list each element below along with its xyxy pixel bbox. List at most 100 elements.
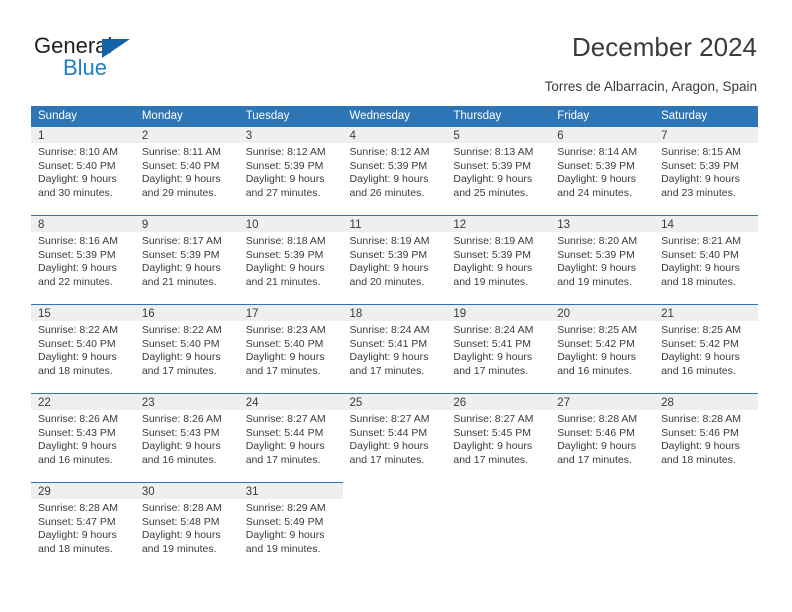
calendar-day-cell[interactable]: 20 Sunrise: 8:25 AM Sunset: 5:42 PM Dayligh… xyxy=(550,304,655,393)
day-number: 20 xyxy=(557,308,571,320)
sunrise-time: Sunrise: 8:11 AM xyxy=(141,146,222,158)
day-sun-info: Sunrise: 8:27 AM Sunset: 5:44 PM Daylight:… xyxy=(350,413,430,467)
sunset-time: Sunset: 5:39 PM xyxy=(557,248,635,261)
daylight-duration-line2: and 27 minutes. xyxy=(245,186,321,199)
day-number-band: 19 xyxy=(446,304,551,321)
calendar-day-cell[interactable]: 5 Sunrise: 8:13 AM Sunset: 5:39 PM Daylight… xyxy=(446,126,551,215)
calendar-day-cell[interactable]: 30 Sunrise: 8:28 AM Sunset: 5:48 PM Dayligh… xyxy=(134,482,239,571)
calendar-day-cell[interactable]: 18 Sunrise: 8:24 AM Sunset: 5:41 PM Dayligh… xyxy=(342,304,447,393)
day-sun-info: Sunrise: 8:22 AM Sunset: 5:40 PM Daylight:… xyxy=(142,324,222,378)
calendar-day-cell[interactable]: 26 Sunrise: 8:27 AM Sunset: 5:45 PM Dayligh… xyxy=(446,393,551,482)
weekday-header-row: Sunday Monday Tuesday Wednesday Thursday… xyxy=(31,106,758,126)
day-number: 22 xyxy=(38,397,51,409)
daylight-duration-line1: Daylight: 9 hours xyxy=(661,351,740,364)
day-sun-info: Sunrise: 8:25 AM Sunset: 5:42 PM Daylight:… xyxy=(661,324,741,378)
sunset-time: Sunset: 5:40 PM xyxy=(38,159,116,172)
daylight-duration-line2: and 16 minutes. xyxy=(661,364,736,377)
sunrise-time: Sunrise: 8:22 AM xyxy=(38,324,118,336)
daylight-duration-line1: Daylight: 9 hours xyxy=(245,440,325,453)
day-sun-info: Sunrise: 8:28 AM Sunset: 5:47 PM Daylight:… xyxy=(38,502,118,556)
sunrise-time: Sunrise: 8:14 AM xyxy=(557,146,638,158)
calendar-day-cell[interactable]: 29 Sunrise: 8:28 AM Sunset: 5:47 PM Dayligh… xyxy=(31,482,135,571)
sunrise-time: Sunrise: 8:27 AM xyxy=(245,413,326,425)
calendar-day-cell[interactable]: 12 Sunrise: 8:19 AM Sunset: 5:39 PM Dayligh… xyxy=(446,215,551,304)
calendar-day-cell[interactable]: 7 Sunrise: 8:15 AM Sunset: 5:39 PM Daylight… xyxy=(654,126,758,215)
sunrise-time: Sunrise: 8:24 AM xyxy=(349,324,430,336)
daylight-duration-line1: Daylight: 9 hours xyxy=(141,173,221,186)
calendar-day-cell[interactable]: 6 Sunrise: 8:14 AM Sunset: 5:39 PM Daylight… xyxy=(550,126,655,215)
daylight-duration-line1: Daylight: 9 hours xyxy=(661,173,740,186)
weekday-header-saturday: Saturday xyxy=(661,110,708,122)
sunrise-time: Sunrise: 8:18 AM xyxy=(245,235,326,247)
daylight-duration-line1: Daylight: 9 hours xyxy=(38,351,117,364)
day-sun-info: Sunrise: 8:19 AM Sunset: 5:39 PM Daylight:… xyxy=(350,235,430,289)
daylight-duration-line1: Daylight: 9 hours xyxy=(245,351,325,364)
calendar-day-cell[interactable]: 25 Sunrise: 8:27 AM Sunset: 5:44 PM Dayligh… xyxy=(342,393,447,482)
calendar-week-row: 29 Sunrise: 8:28 AM Sunset: 5:47 PM Dayligh… xyxy=(31,482,758,571)
sunrise-time: Sunrise: 8:28 AM xyxy=(141,502,222,514)
sunrise-time: Sunrise: 8:12 AM xyxy=(245,146,326,158)
calendar-day-cell[interactable]: 15 Sunrise: 8:22 AM Sunset: 5:40 PM Dayligh… xyxy=(31,304,135,393)
calendar-day-cell[interactable]: 21 Sunrise: 8:25 AM Sunset: 5:42 PM Dayligh… xyxy=(654,304,758,393)
calendar-weeks: 1 Sunrise: 8:10 AM Sunset: 5:40 PM Daylight… xyxy=(31,126,758,571)
calendar-day-cell[interactable]: 14 Sunrise: 8:21 AM Sunset: 5:40 PM Dayligh… xyxy=(654,215,758,304)
day-number: 3 xyxy=(245,130,253,142)
sunset-time: Sunset: 5:43 PM xyxy=(38,426,116,439)
daylight-duration-line2: and 19 minutes. xyxy=(141,542,217,555)
calendar-day-cell[interactable]: 19 Sunrise: 8:24 AM Sunset: 5:41 PM Dayligh… xyxy=(446,304,551,393)
sunrise-time: Sunrise: 8:21 AM xyxy=(661,235,742,247)
calendar-week-row: 22 Sunrise: 8:26 AM Sunset: 5:43 PM Dayligh… xyxy=(31,393,758,482)
calendar-day-cell[interactable]: 31 Sunrise: 8:29 AM Sunset: 5:49 PM Dayligh… xyxy=(238,482,343,571)
sunrise-time: Sunrise: 8:20 AM xyxy=(557,235,638,247)
calendar-day-cell[interactable]: 4 Sunrise: 8:12 AM Sunset: 5:39 PM Daylight… xyxy=(342,126,447,215)
day-number-band: 9 xyxy=(134,215,239,232)
daylight-duration-line2: and 17 minutes. xyxy=(453,364,529,377)
day-number-band: 16 xyxy=(134,304,239,321)
sunset-time: Sunset: 5:39 PM xyxy=(349,159,428,172)
daylight-duration-line1: Daylight: 9 hours xyxy=(141,351,221,364)
day-number: 30 xyxy=(141,486,155,498)
sunset-time: Sunset: 5:40 PM xyxy=(661,248,739,261)
sunset-time: Sunset: 5:39 PM xyxy=(453,248,532,261)
calendar-day-cell[interactable]: 22 Sunrise: 8:26 AM Sunset: 5:43 PM Dayligh… xyxy=(31,393,135,482)
daylight-duration-line2: and 30 minutes. xyxy=(38,186,113,199)
calendar-day-cell[interactable]: 11 Sunrise: 8:19 AM Sunset: 5:39 PM Dayligh… xyxy=(342,215,447,304)
day-number: 16 xyxy=(141,308,155,320)
day-number-band: 29 xyxy=(31,482,135,499)
day-sun-info: Sunrise: 8:13 AM Sunset: 5:39 PM Daylight:… xyxy=(453,146,533,200)
calendar-day-cell[interactable]: 8 Sunrise: 8:16 AM Sunset: 5:39 PM Daylight… xyxy=(31,215,135,304)
sunrise-time: Sunrise: 8:17 AM xyxy=(141,235,222,247)
day-number-band: 24 xyxy=(238,393,343,410)
daylight-duration-line2: and 19 minutes. xyxy=(453,275,529,288)
sunrise-time: Sunrise: 8:13 AM xyxy=(453,146,534,158)
day-number-band: 15 xyxy=(31,304,135,321)
sunrise-time: Sunrise: 8:25 AM xyxy=(661,324,742,336)
calendar-day-cell[interactable]: 24 Sunrise: 8:27 AM Sunset: 5:44 PM Dayligh… xyxy=(238,393,343,482)
calendar-day-cell[interactable]: 17 Sunrise: 8:23 AM Sunset: 5:40 PM Dayligh… xyxy=(238,304,343,393)
daylight-duration-line1: Daylight: 9 hours xyxy=(453,262,533,275)
calendar-day-cell[interactable]: 2 Sunrise: 8:11 AM Sunset: 5:40 PM Daylight… xyxy=(134,126,239,215)
sunrise-time: Sunrise: 8:27 AM xyxy=(453,413,534,425)
day-sun-info: Sunrise: 8:18 AM Sunset: 5:39 PM Daylight:… xyxy=(246,235,326,289)
general-blue-logo[interactable]: General Blue xyxy=(34,34,224,90)
sunset-time: Sunset: 5:39 PM xyxy=(141,248,220,261)
sunset-time: Sunset: 5:41 PM xyxy=(349,337,428,350)
calendar-day-cell[interactable]: 10 Sunrise: 8:18 AM Sunset: 5:39 PM Dayligh… xyxy=(238,215,343,304)
calendar-day-cell[interactable]: 23 Sunrise: 8:26 AM Sunset: 5:43 PM Dayligh… xyxy=(134,393,239,482)
day-sun-info: Sunrise: 8:19 AM Sunset: 5:39 PM Daylight:… xyxy=(453,235,533,289)
day-sun-info: Sunrise: 8:27 AM Sunset: 5:45 PM Daylight:… xyxy=(453,413,533,467)
calendar-day-cell[interactable]: 27 Sunrise: 8:28 AM Sunset: 5:46 PM Dayligh… xyxy=(550,393,655,482)
sunset-time: Sunset: 5:39 PM xyxy=(453,159,532,172)
calendar-day-cell[interactable]: 13 Sunrise: 8:20 AM Sunset: 5:39 PM Dayligh… xyxy=(550,215,655,304)
calendar-day-cell[interactable]: 16 Sunrise: 8:22 AM Sunset: 5:40 PM Dayligh… xyxy=(134,304,239,393)
day-number: 5 xyxy=(453,130,460,142)
calendar-day-cell[interactable]: 1 Sunrise: 8:10 AM Sunset: 5:40 PM Daylight… xyxy=(31,126,135,215)
calendar-day-cell[interactable]: 3 Sunrise: 8:12 AM Sunset: 5:39 PM Daylight… xyxy=(238,126,343,215)
calendar-day-cell[interactable]: 28 Sunrise: 8:28 AM Sunset: 5:46 PM Dayligh… xyxy=(654,393,758,482)
calendar-day-cell[interactable]: 9 Sunrise: 8:17 AM Sunset: 5:39 PM Daylight… xyxy=(134,215,239,304)
daylight-duration-line2: and 20 minutes. xyxy=(349,275,425,288)
day-sun-info: Sunrise: 8:28 AM Sunset: 5:48 PM Daylight:… xyxy=(142,502,222,556)
day-number-band: 11 xyxy=(342,215,447,232)
daylight-duration-line2: and 26 minutes. xyxy=(349,186,425,199)
day-sun-info: Sunrise: 8:20 AM Sunset: 5:39 PM Daylight:… xyxy=(557,235,637,289)
